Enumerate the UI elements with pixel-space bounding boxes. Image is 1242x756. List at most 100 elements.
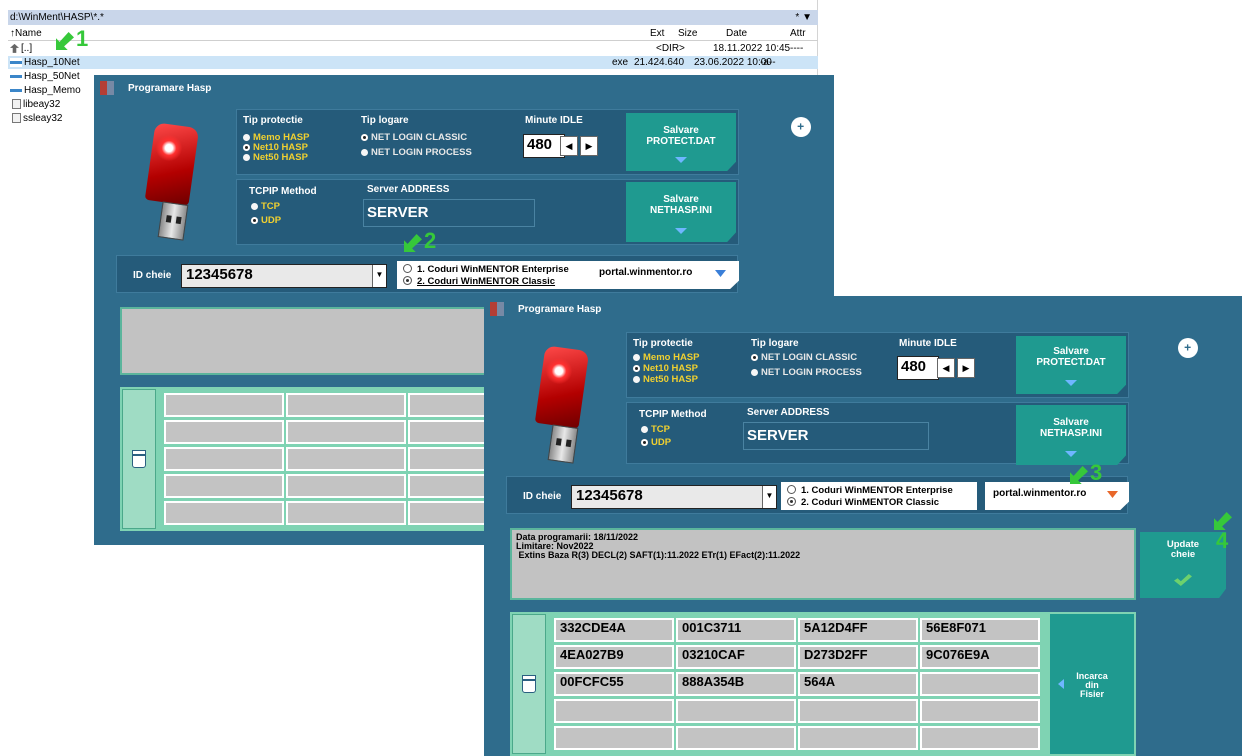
code-cell[interactable]: D273D2FF: [798, 645, 918, 669]
chevron-down-icon[interactable]: ▼: [762, 486, 776, 508]
idle-increase-button[interactable]: ▶: [580, 136, 598, 156]
code-cell[interactable]: [286, 501, 406, 525]
column-date[interactable]: Date: [726, 26, 747, 41]
id-cheie-label: ID cheie: [523, 491, 562, 502]
code-cell[interactable]: [554, 726, 674, 750]
code-cell[interactable]: 5A12D4FF: [798, 618, 918, 642]
id-cheie-bar: ID cheie 12345678 ▼ 1. Coduri WinMENTOR E…: [506, 476, 1129, 514]
code-cell[interactable]: [920, 672, 1040, 696]
option-coduri-classic[interactable]: 2. Coduri WinMENTOR Classic: [787, 497, 939, 508]
salvare-protect-button[interactable]: Salvare PROTECT.DAT: [1016, 336, 1126, 394]
portal-link[interactable]: portal.winmentor.ro: [985, 482, 1129, 510]
codes-grid: 332CDE4A 001C3711 5A12D4FF 56E8F071 4EA0…: [510, 612, 1136, 756]
option-tcp[interactable]: TCP: [251, 202, 280, 212]
portal-arrow-icon[interactable]: [1107, 491, 1118, 498]
option-net-login-classic[interactable]: NET LOGIN CLASSIC: [361, 133, 467, 143]
option-coduri-enterprise[interactable]: 1. Coduri WinMENTOR Enterprise: [787, 485, 953, 496]
salvare-nethasp-button[interactable]: Salvare NETHASP.INI: [1016, 405, 1126, 465]
code-cell[interactable]: 03210CAF: [676, 645, 796, 669]
file-name: libeay32: [23, 99, 61, 110]
option-net-login-process[interactable]: NET LOGIN PROCESS: [751, 368, 862, 378]
code-cell[interactable]: 564A: [798, 672, 918, 696]
column-attr[interactable]: Attr: [790, 26, 806, 41]
code-cell[interactable]: [286, 447, 406, 471]
option-memo-hasp[interactable]: Memo HASP: [633, 353, 699, 363]
minute-idle-input[interactable]: 480: [897, 356, 939, 380]
idle-decrease-button[interactable]: ◀: [560, 136, 578, 156]
column-ext[interactable]: Ext: [650, 26, 664, 41]
path-bar[interactable]: d:\WinMent\HASP\*.* * ▼: [8, 10, 818, 25]
code-cell[interactable]: 4EA027B9: [554, 645, 674, 669]
id-cheie-combo[interactable]: 12345678 ▼: [571, 485, 777, 509]
salvare-protect-button[interactable]: Salvare PROTECT.DAT: [626, 113, 736, 171]
code-cell[interactable]: [554, 699, 674, 723]
file-size: <DIR>: [656, 43, 685, 54]
delete-codes-button[interactable]: [122, 389, 156, 529]
column-name[interactable]: ↑Name: [10, 26, 42, 41]
option-tcp[interactable]: TCP: [641, 425, 670, 435]
option-net10-hasp[interactable]: Net10 HASP: [633, 364, 698, 374]
code-cell[interactable]: [164, 420, 284, 444]
tip-logare-label: Tip logare: [361, 115, 409, 126]
close-icon[interactable]: +: [1173, 333, 1203, 363]
salvare-nethasp-button[interactable]: Salvare NETHASP.INI: [626, 182, 736, 242]
file-row-selected[interactable]: Hasp_10Net exe 21.424.640 23.06.2022 10:…: [8, 56, 818, 69]
code-cell[interactable]: [286, 393, 406, 417]
code-cell[interactable]: [920, 699, 1040, 723]
code-cell[interactable]: [286, 474, 406, 498]
incarca-din-fisier-button[interactable]: Incarca din Fisier: [1050, 614, 1134, 754]
code-cell[interactable]: [164, 393, 284, 417]
option-coduri-enterprise[interactable]: 1. Coduri WinMENTOR Enterprise: [403, 264, 569, 275]
option-net-login-process[interactable]: NET LOGIN PROCESS: [361, 148, 472, 158]
path-controls[interactable]: * ▼: [795, 10, 812, 25]
server-address-input[interactable]: SERVER: [743, 422, 929, 450]
portal-arrow-icon[interactable]: [715, 270, 726, 277]
marker-4: 4: [1214, 508, 1242, 552]
option-net50-hasp[interactable]: Net50 HASP: [243, 153, 308, 163]
minute-idle-input[interactable]: 480: [523, 134, 565, 158]
window-title: Programare Hasp: [128, 83, 212, 94]
option-udp[interactable]: UDP: [641, 438, 671, 448]
id-cheie-combo[interactable]: 12345678 ▼: [181, 264, 387, 288]
idle-decrease-button[interactable]: ◀: [937, 358, 955, 378]
code-cell[interactable]: 00FCFC55: [554, 672, 674, 696]
minute-idle-label: Minute IDLE: [899, 338, 957, 349]
code-cell[interactable]: 56E8F071: [920, 618, 1040, 642]
option-net50-hasp[interactable]: Net50 HASP: [633, 375, 698, 385]
code-cell[interactable]: 888A354B: [676, 672, 796, 696]
code-cell[interactable]: [164, 501, 284, 525]
idle-increase-button[interactable]: ▶: [957, 358, 975, 378]
tip-protectie-label: Tip protectie: [243, 115, 303, 126]
portal-link[interactable]: portal.winmentor.ro: [591, 261, 739, 289]
close-icon[interactable]: +: [786, 112, 816, 142]
pointer-arrow-icon: [404, 234, 422, 252]
chevron-down-icon[interactable]: ▼: [372, 265, 386, 287]
code-cell[interactable]: [164, 474, 284, 498]
file-name: Hasp_50Net: [24, 71, 80, 82]
code-cell[interactable]: 9C076E9A: [920, 645, 1040, 669]
delete-codes-button[interactable]: [512, 614, 546, 754]
code-cell[interactable]: [676, 699, 796, 723]
exe-icon: [10, 57, 22, 67]
code-cell[interactable]: [798, 726, 918, 750]
option-coduri-classic[interactable]: 2. Coduri WinMENTOR Classic: [403, 276, 555, 287]
option-net-login-classic[interactable]: NET LOGIN CLASSIC: [751, 353, 857, 363]
file-name: Hasp_10Net: [24, 57, 80, 68]
code-cell[interactable]: [920, 726, 1040, 750]
code-cell[interactable]: [676, 726, 796, 750]
option-udp[interactable]: UDP: [251, 216, 281, 226]
code-cell[interactable]: 332CDE4A: [554, 618, 674, 642]
code-cell[interactable]: [286, 420, 406, 444]
code-cell[interactable]: [798, 699, 918, 723]
trash-icon: [522, 675, 536, 693]
file-row[interactable]: [..] <DIR> 18.11.2022 10:45 ----: [8, 42, 818, 55]
arrow-left-icon: [1058, 679, 1064, 689]
coduri-radio-group: 1. Coduri WinMENTOR Enterprise 2. Coduri…: [781, 482, 977, 510]
id-cheie-bar: ID cheie 12345678 ▼ 1. Coduri WinMENTOR E…: [116, 255, 739, 293]
server-address-input[interactable]: SERVER: [363, 199, 535, 227]
marker-1: 1: [56, 28, 88, 50]
column-size[interactable]: Size: [678, 26, 697, 41]
code-cell[interactable]: 001C3711: [676, 618, 796, 642]
code-cell[interactable]: [164, 447, 284, 471]
coduri-radio-group: 1. Coduri WinMENTOR Enterprise 2. Coduri…: [397, 261, 593, 289]
